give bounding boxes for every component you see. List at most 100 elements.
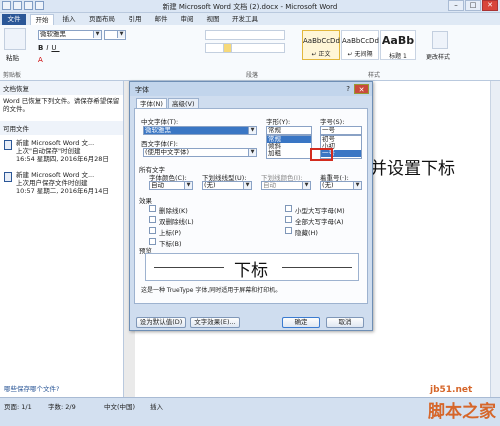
preview-text: 下标 — [234, 261, 268, 281]
paragraph-group-label: 段落 — [246, 72, 259, 79]
tab-developer[interactable]: 开发工具 — [228, 14, 262, 25]
language[interactable]: 中文(中国) — [104, 401, 135, 411]
effects-label: 效果 — [139, 197, 152, 205]
chevron-down-icon[interactable]: ▼ — [93, 31, 101, 38]
word-count[interactable]: 字数: 2/9 — [48, 401, 76, 411]
west-font-field[interactable]: (使用中文字体) ▼ — [143, 148, 257, 157]
style-normal[interactable]: AaBbCcDd ↵ 正文 — [302, 30, 340, 60]
font-tab-panel: 中文字体(T): 微软雅黑 ▼ 西文字体(F): (使用中文字体) ▼ 字形(Y):… — [134, 108, 368, 304]
cn-font-field[interactable]: 微软雅黑 ▼ — [143, 126, 257, 135]
tab-references[interactable]: 引用 — [124, 14, 146, 25]
tab-review[interactable]: 审阅 — [176, 14, 198, 25]
style-no-spacing[interactable]: AaBbCcDd ↵ 无间隔 — [341, 30, 379, 60]
tab-page-layout[interactable]: 页面布局 — [84, 14, 120, 25]
status-bar: 页面: 1/1 字数: 2/9 中文(中国) 插入 — [0, 397, 500, 426]
chevron-down-icon[interactable]: ▼ — [243, 182, 251, 189]
hidden-checkbox[interactable] — [285, 227, 292, 234]
word-doc-icon — [4, 140, 12, 150]
watermark-name: 脚本之家 — [428, 402, 496, 422]
change-styles-button[interactable]: 更改样式 — [426, 52, 450, 61]
dialog-close-button[interactable]: ✕ — [354, 84, 369, 94]
strikethrough-checkbox[interactable] — [149, 205, 156, 212]
all-caps-checkbox[interactable] — [285, 216, 292, 223]
paragraph-tools — [205, 30, 287, 68]
font-dialog: 字体 ? ✕ 字体(N) 高级(V) 中文字体(T): 微软雅黑 ▼ 西文字体(F… — [129, 81, 373, 331]
insert-mode[interactable]: 插入 — [150, 401, 163, 411]
chevron-down-icon[interactable]: ▼ — [248, 149, 256, 156]
ribbon-tabs: 文件 开始 插入 页面布局 引用 邮件 审阅 视图 开发工具 — [0, 13, 500, 25]
truetype-note: 这是一种 TrueType 字体,同时适用于屏幕和打印机。 — [141, 287, 282, 294]
list-buttons[interactable] — [205, 30, 285, 40]
text-effects-button[interactable]: 文字效果(E)... — [190, 317, 240, 328]
title-bar: 新建 Microsoft Word 文档 (2).docx - Microsof… — [0, 0, 500, 13]
tab-mailings[interactable]: 邮件 — [150, 14, 172, 25]
vertical-scrollbar[interactable] — [490, 81, 500, 397]
chevron-down-icon[interactable]: ▼ — [248, 127, 256, 134]
dialog-title: 字体 — [130, 82, 372, 96]
underline-field[interactable]: (无) ▼ — [202, 181, 252, 190]
superscript-label: 上标(P) — [159, 229, 181, 237]
preview-box: 下标 — [145, 253, 359, 281]
all-caps-label: 全部大写字母(A) — [295, 218, 344, 226]
font-size-box[interactable]: ▼ — [104, 30, 126, 40]
paste-icon[interactable] — [4, 28, 26, 50]
close-window-button[interactable]: ✕ — [482, 0, 498, 11]
pane-title: 文档恢复 — [0, 81, 123, 95]
hidden-label: 隐藏(H) — [295, 229, 318, 237]
clipboard-group-label: 剪贴板 — [3, 72, 22, 79]
style-list[interactable]: 常规 倾斜 加粗 — [266, 135, 312, 159]
styles-group-label: 样式 — [368, 72, 381, 79]
style-field[interactable]: 常规 — [266, 126, 312, 135]
recovered-file-item[interactable]: 新建 Microsoft Word 文... 上次"自动保存"时创建 16:54… — [0, 135, 123, 163]
document-text: 并设置下标 — [370, 159, 455, 179]
small-caps-checkbox[interactable] — [285, 205, 292, 212]
document-recovery-pane: 文档恢复 Word 已恢复下列文件。请保存希望保留的文件。 可用文件 新建 Mi… — [0, 81, 124, 408]
superscript-checkbox[interactable] — [149, 227, 156, 234]
chevron-down-icon[interactable]: ▼ — [184, 182, 192, 189]
recovered-file-item[interactable]: 新建 Microsoft Word 文... 上次用户保存文件时创建 10:57… — [0, 163, 123, 195]
font-name-box[interactable]: 微软雅黑 ▼ — [38, 30, 102, 40]
cn-font-label: 中文字体(T): — [141, 118, 179, 126]
font-color-field[interactable]: 自动 ▼ — [149, 181, 193, 190]
ok-button[interactable]: 确定 — [282, 317, 320, 328]
chevron-down-icon[interactable]: ▼ — [353, 182, 361, 189]
double-strikethrough-checkbox[interactable] — [149, 216, 156, 223]
tab-file[interactable]: 文件 — [2, 14, 26, 25]
available-files-label: 可用文件 — [0, 121, 123, 135]
subscript-checkbox[interactable] — [149, 238, 156, 245]
format-buttons[interactable]: BIU — [38, 44, 60, 52]
set-default-button[interactable]: 设为默认值(D) — [136, 317, 186, 328]
emphasis-field[interactable]: (无) ▼ — [320, 181, 362, 190]
maximize-button[interactable]: □ — [465, 0, 481, 11]
align-buttons[interactable] — [205, 43, 285, 53]
watermark-site: jb51.net — [430, 385, 473, 395]
strikethrough-label: 删除线(K) — [159, 207, 188, 215]
minimize-button[interactable]: – — [448, 0, 464, 11]
font-color-button[interactable]: A — [38, 56, 46, 64]
cancel-button[interactable]: 取消 — [326, 317, 364, 328]
preview-baseline — [282, 267, 352, 268]
help-icon[interactable]: ? — [346, 85, 350, 93]
paste-button[interactable]: 粘贴 — [6, 52, 19, 62]
style-heading-1[interactable]: AaBb 标题 1 — [380, 30, 416, 60]
change-styles-icon[interactable] — [432, 31, 448, 49]
tab-view[interactable]: 视图 — [202, 14, 224, 25]
size-field[interactable]: 一号 — [320, 126, 362, 135]
underline-color-field: 自动 ▼ — [261, 181, 311, 190]
tab-home[interactable]: 开始 — [30, 14, 54, 25]
which-file-link[interactable]: 哪些保存哪个文件? — [4, 383, 59, 393]
recovery-message: Word 已恢复下列文件。请保存希望保留的文件。 — [3, 97, 120, 113]
ribbon: 粘贴 剪贴板 微软雅黑 ▼ ▼ BIU A 段落 AaBbCcDd ↵ 正文 AaB… — [0, 25, 500, 81]
preview-baseline — [154, 267, 224, 268]
small-caps-label: 小型大写字母(M) — [295, 207, 345, 215]
align-center-icon[interactable] — [223, 43, 232, 53]
list-item[interactable]: 加粗 — [267, 150, 311, 157]
chevron-down-icon[interactable]: ▼ — [117, 31, 125, 38]
page-count[interactable]: 页面: 1/1 — [4, 401, 32, 411]
tab-insert[interactable]: 插入 — [58, 14, 80, 25]
size-label: 字号(S): — [320, 118, 345, 126]
west-font-label: 西文字体(F): — [141, 140, 179, 148]
subscript-label: 下标(B) — [159, 240, 182, 248]
chevron-down-icon: ▼ — [302, 182, 310, 189]
window-title: 新建 Microsoft Word 文档 (2).docx - Microsof… — [162, 3, 338, 11]
